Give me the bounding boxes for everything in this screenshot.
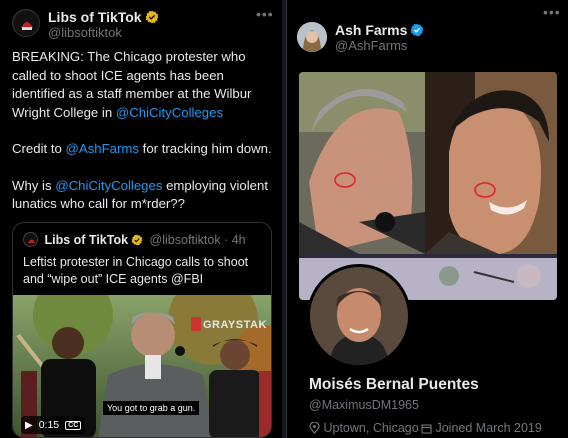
tweet-paragraph-1: BREAKING: The Chicago protester who call… (12, 48, 274, 122)
separator-dot: · (224, 233, 229, 247)
author-name-row[interactable]: Ash Farms (335, 22, 424, 38)
mention-link-chicitycolleges[interactable]: @ChiCityColleges (116, 105, 223, 120)
watermark-logo-icon (191, 317, 201, 331)
author-handle[interactable]: @libsoftiktok (48, 25, 122, 40)
paragraph-2-tail: for tracking him down. (139, 141, 272, 156)
tweet-paragraph-3: Why is @ChiCityColleges employing violen… (12, 177, 274, 214)
quoted-author-avatar (23, 232, 38, 247)
ashfarms-avatar[interactable] (297, 22, 327, 52)
author-name-row[interactable]: Libs of TikTok (48, 9, 159, 25)
location-text: Uptown, Chicago (323, 421, 419, 435)
ash-farms-tweet[interactable]: Ash Farms @AshFarms ••• Moisés Bernal Pu… (286, 0, 568, 438)
paragraph-2-text: Credit to (12, 141, 66, 156)
quoted-author-handle: @libsoftiktok (149, 233, 221, 247)
mention-link-chicitycolleges-2[interactable]: @ChiCityColleges (55, 178, 162, 193)
tweet-paragraph-2: Credit to @AshFarms for tracking him dow… (12, 140, 274, 159)
quoted-author-name: Libs of TikTok (44, 233, 129, 247)
profile-composite-image[interactable] (299, 72, 557, 300)
author-name[interactable]: Ash Farms (335, 22, 407, 38)
verified-blue-badge-icon (410, 23, 424, 37)
composite-photo (299, 72, 557, 300)
profile-location: Uptown, Chicago (309, 421, 419, 437)
profile-joined: Joined March 2019 (421, 421, 542, 437)
ellipsis-icon[interactable]: ••• (543, 4, 561, 20)
profile-name: Moisés Bernal Puentes (309, 376, 479, 393)
libs-of-tiktok-tweet[interactable]: Libs of TikTok @libsoftiktok ••• BREAKIN… (0, 0, 282, 438)
mention-link-ashfarms[interactable]: @AshFarms (66, 141, 139, 156)
quoted-tweet-time: 4h (231, 233, 246, 247)
verified-gold-badge-icon (131, 234, 143, 246)
libsoftiktok-avatar[interactable] (12, 9, 40, 37)
video-controls: ▶ 0:15 CC (21, 416, 86, 434)
video-player[interactable]: GRAYSTAK You got to grab a gun. ▶ 0:15 C… (13, 295, 271, 437)
play-icon[interactable]: ▶ (25, 420, 33, 431)
author-name[interactable]: Libs of TikTok (48, 9, 142, 25)
video-time: 0:15 (38, 419, 60, 431)
quoted-tweet-card[interactable]: Libs of TikTok @libsoftiktok · 4h Leftis… (12, 222, 272, 438)
profile-handle: @MaximusDM1965 (309, 398, 419, 412)
calendar-icon (421, 423, 432, 437)
joined-text: Joined March 2019 (435, 421, 542, 435)
captions-cc-icon[interactable]: CC (65, 420, 82, 430)
quoted-tweet-text: Leftist protester in Chicago calls to sh… (23, 255, 249, 286)
ellipsis-icon[interactable]: ••• (256, 6, 274, 22)
verified-gold-badge-icon (145, 10, 159, 24)
tweet-body: BREAKING: The Chicago protester who call… (12, 48, 274, 232)
author-handle[interactable]: @AshFarms (335, 38, 407, 53)
watermark-text: GRAYSTAK (203, 319, 267, 331)
quoted-tweet-header: Libs of TikTok @libsoftiktok · 4h (23, 232, 246, 247)
paragraph-3-text: Why is (12, 177, 56, 193)
location-pin-icon (309, 421, 320, 437)
video-caption: You got to grab a gun. (103, 401, 200, 415)
profile-avatar[interactable] (307, 264, 411, 368)
